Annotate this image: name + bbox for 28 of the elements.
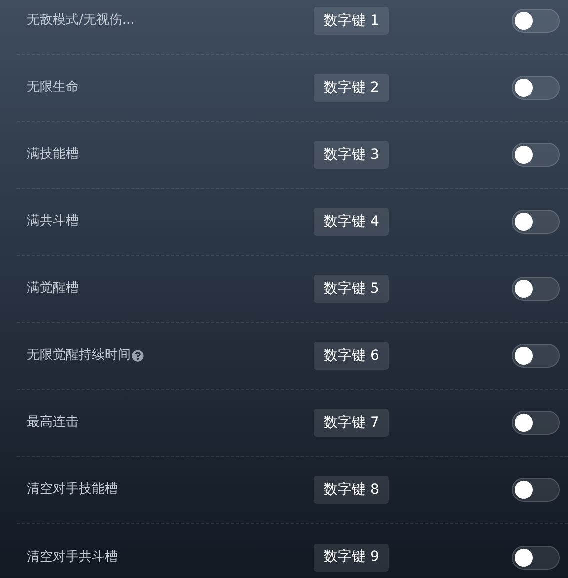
option-label: 无限生命	[27, 79, 79, 98]
hotkey-badge: 数字键 4	[314, 208, 390, 236]
hotkey-badge: 数字键 6	[314, 342, 390, 370]
option-label: 最高连击	[27, 414, 79, 432]
option-label: 无敌模式/无视伤...	[27, 12, 135, 30]
hotkey-badge: 数字键 1	[314, 7, 390, 35]
toggle-switch[interactable]	[512, 76, 560, 100]
toggle-switch[interactable]	[512, 546, 560, 570]
hotkey-badge: 数字键 7	[314, 409, 390, 437]
toggle-switch[interactable]	[512, 277, 560, 301]
hotkey-badge: 数字键 2	[314, 74, 390, 102]
toggle-switch[interactable]	[512, 344, 560, 368]
toggle-switch[interactable]	[512, 411, 560, 435]
toggle-switch[interactable]	[512, 210, 560, 234]
option-label: 满共斗槽	[27, 213, 79, 232]
option-label: 满觉醒槽	[27, 280, 79, 298]
toggle-switch[interactable]	[512, 478, 560, 502]
option-label: 满技能槽	[27, 146, 79, 164]
hotkey-badge: 数字键 5	[314, 275, 390, 303]
toggle-switch[interactable]	[512, 143, 560, 167]
hotkey-badge: 数字键 3	[314, 141, 390, 169]
toggle-switch[interactable]	[512, 9, 560, 33]
option-label: 清空对手共斗槽	[27, 548, 118, 567]
hotkey-badge: 数字键 9	[314, 544, 390, 572]
option-label: 无限觉醒持续时间	[27, 347, 131, 366]
help-icon[interactable]	[132, 350, 144, 362]
option-label: 清空对手技能槽	[27, 481, 118, 500]
hotkey-badge: 数字键 8	[314, 476, 390, 504]
